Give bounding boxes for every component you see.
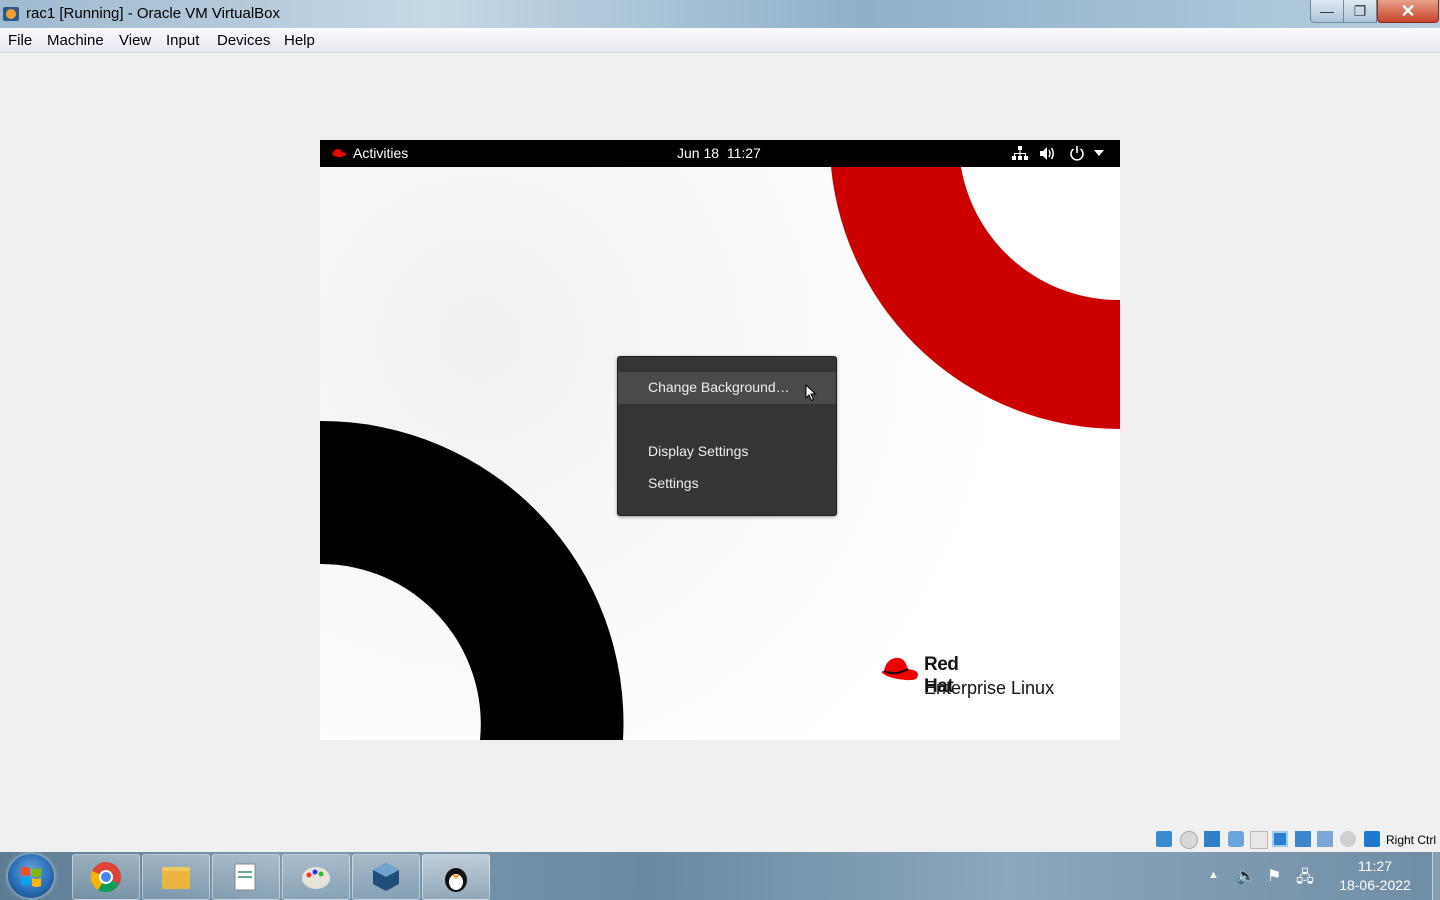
wallpaper-black-arc xyxy=(320,420,624,740)
paint-icon xyxy=(302,867,330,889)
taskbar-paint[interactable] xyxy=(282,854,350,900)
redhat-logo-line2: Enterprise Linux xyxy=(924,678,1055,698)
gnome-desktop[interactable]: Change Background… Display Settings Sett… xyxy=(320,167,1120,740)
gnome-date: Jun 18 xyxy=(677,145,720,161)
redhat-logo-hat-icon xyxy=(881,657,918,681)
menu-view[interactable]: View xyxy=(119,32,151,49)
taskbar-date: 18-06-2022 xyxy=(1339,877,1411,893)
maximize-button[interactable]: ❐ xyxy=(1343,0,1377,23)
hard-disk-icon[interactable] xyxy=(1156,831,1172,847)
linux-vm-icon xyxy=(445,868,467,892)
file-explorer-icon xyxy=(162,867,190,889)
power-icon[interactable] xyxy=(1069,145,1085,161)
volume-icon[interactable] xyxy=(1039,146,1057,161)
change-background-menu-item[interactable]: Change Background… xyxy=(618,372,836,404)
network-tray-icon[interactable]: 🖧 xyxy=(1296,866,1314,893)
display-settings-label: Display Settings xyxy=(648,443,749,459)
network-icon[interactable] xyxy=(1012,146,1028,161)
vbox-status-bar: Right Ctrl xyxy=(1150,828,1440,852)
desktop-context-menu: Change Background… Display Settings Sett… xyxy=(617,356,837,516)
window-title: rac1 [Running] - Oracle VM VirtualBox xyxy=(26,5,280,22)
start-button[interactable] xyxy=(8,854,54,898)
taskbar-file-explorer[interactable] xyxy=(142,854,210,900)
system-tray: ▲ 🔈 ⚑ 🖧 11:27 18-06-2022 xyxy=(1200,852,1440,900)
dropdown-arrow-icon[interactable] xyxy=(1094,150,1104,156)
settings-label: Settings xyxy=(648,475,699,491)
menu-input[interactable]: Input xyxy=(166,32,199,49)
notepad-icon xyxy=(234,863,256,891)
minimize-button[interactable]: — xyxy=(1310,0,1344,23)
speaker-icon[interactable]: 🔈 xyxy=(1236,866,1256,886)
windows-logo-icon xyxy=(21,867,41,887)
gnome-time: 11:27 xyxy=(726,145,761,161)
mouse-cursor-icon xyxy=(805,384,817,402)
chrome-icon xyxy=(90,862,121,893)
action-center-flag-icon[interactable]: ⚑ xyxy=(1267,866,1281,886)
usb-icon[interactable] xyxy=(1228,831,1244,847)
gnome-top-bar: Activities Jun 18 11:27 xyxy=(320,140,1120,167)
optical-drive-icon[interactable] xyxy=(1180,831,1198,849)
taskbar-virtualbox[interactable] xyxy=(352,854,420,900)
keyboard-capture-icon[interactable] xyxy=(1364,831,1380,847)
gnome-clock[interactable]: Jun 18 11:27 xyxy=(677,145,761,161)
vm-display[interactable]: Activities Jun 18 11:27 Change Backgroun… xyxy=(320,140,1120,740)
window-title-bar[interactable]: rac1 [Running] - Oracle VM VirtualBox — … xyxy=(0,0,1440,28)
network-adapter-icon[interactable] xyxy=(1204,831,1220,847)
menu-file[interactable]: File xyxy=(8,32,32,49)
activities-button[interactable]: Activities xyxy=(353,145,408,161)
virtualbox-app-icon xyxy=(3,7,19,21)
taskbar-clock[interactable]: 11:27 18-06-2022 xyxy=(1330,857,1420,895)
shared-folder-icon[interactable] xyxy=(1250,831,1268,849)
cpu-virtualization-icon[interactable] xyxy=(1317,831,1333,847)
show-desktop-button[interactable] xyxy=(1432,852,1440,900)
close-button[interactable]: ✕ xyxy=(1377,0,1439,23)
wallpaper-red-arc xyxy=(831,167,1120,430)
mouse-integration-icon[interactable] xyxy=(1340,831,1356,847)
redhat-hat-icon xyxy=(332,149,347,157)
change-background-label: Change Background… xyxy=(648,379,790,395)
menu-machine[interactable]: Machine xyxy=(47,32,104,49)
taskbar-time: 11:27 xyxy=(1358,858,1392,874)
taskbar-chrome[interactable] xyxy=(72,854,140,900)
video-capture-icon[interactable] xyxy=(1295,831,1311,847)
taskbar-linux-vm[interactable] xyxy=(422,854,490,900)
windows-taskbar: ▲ 🔈 ⚑ 🖧 11:27 18-06-2022 xyxy=(0,852,1440,900)
menu-devices[interactable]: Devices xyxy=(217,32,270,49)
menu-bar: File Machine View Input Devices Help xyxy=(0,28,1440,53)
taskbar-notepad[interactable] xyxy=(212,854,280,900)
display-settings-menu-item[interactable]: Display Settings xyxy=(618,436,836,468)
redhat-logo: Red Hat Enterprise Linux xyxy=(880,654,1054,698)
display-icon[interactable] xyxy=(1272,831,1288,847)
settings-menu-item[interactable]: Settings xyxy=(618,468,836,500)
show-hidden-icons-icon[interactable]: ▲ xyxy=(1208,869,1219,881)
menu-help[interactable]: Help xyxy=(284,32,315,49)
virtualbox-icon xyxy=(373,863,399,891)
host-key-label: Right Ctrl xyxy=(1386,833,1437,847)
